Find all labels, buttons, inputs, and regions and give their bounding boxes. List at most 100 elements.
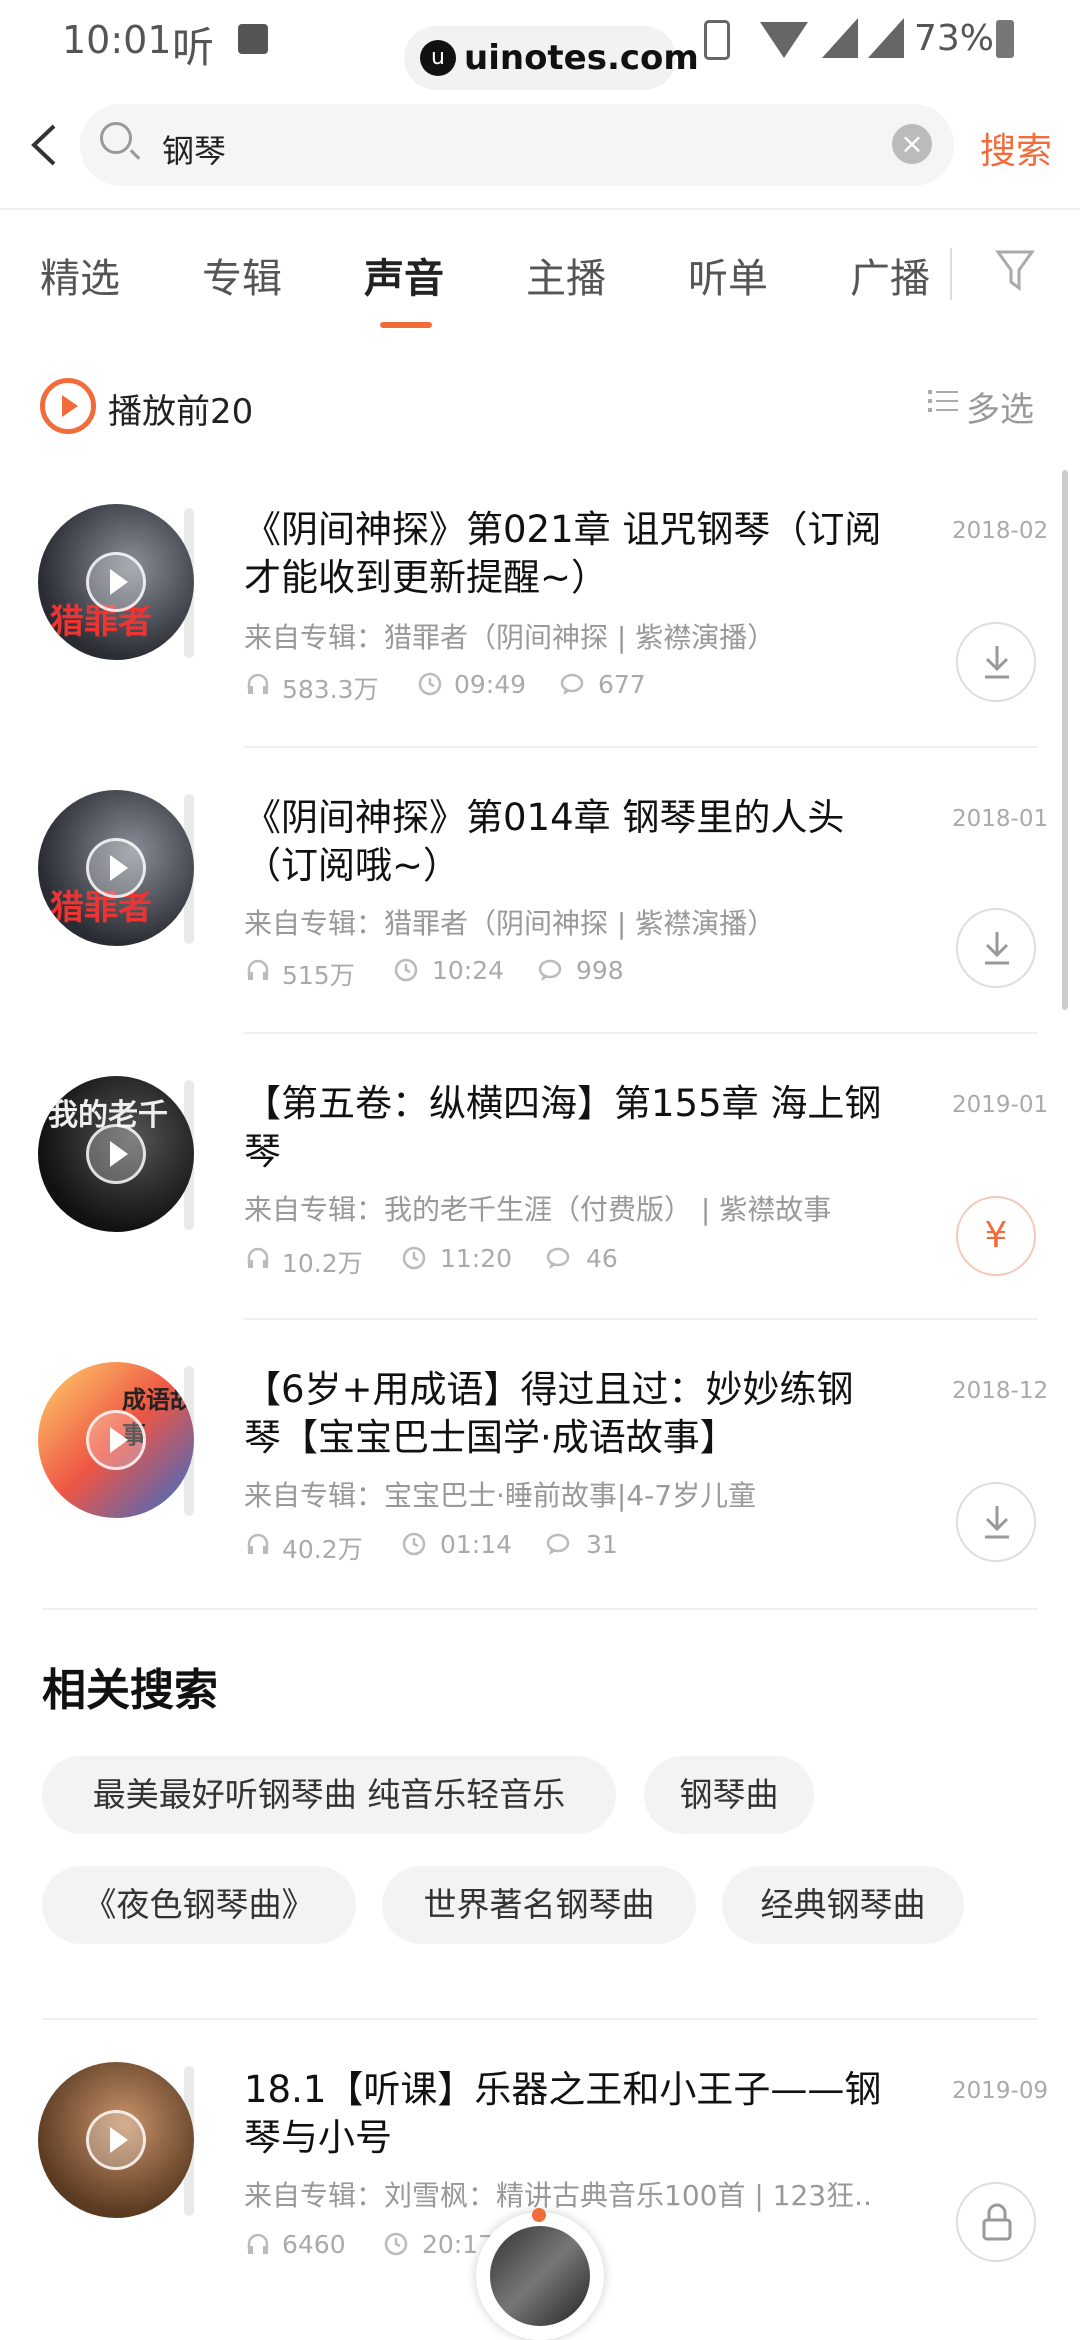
related-chip[interactable]: 世界著名钢琴曲 <box>382 1866 696 1944</box>
status-bar: 10:01 听 u uinotes.com 73% <box>0 0 1080 90</box>
track-cover[interactable]: 我的老千 <box>38 1076 194 1232</box>
track-cover[interactable]: 猎罪者 <box>38 790 194 946</box>
tab-hosts[interactable]: 主播 <box>526 246 606 304</box>
headphones-icon <box>247 673 269 694</box>
clock-icon <box>394 958 418 982</box>
track-date: 2018-12 <box>952 1378 1049 1404</box>
play-count: 515万 <box>282 961 355 990</box>
comment-count: 31 <box>586 1530 618 1559</box>
clock-icon <box>384 2232 408 2256</box>
comment-icon <box>538 959 562 981</box>
track-cover[interactable] <box>38 2062 194 2218</box>
play-count: 40.2万 <box>282 1535 363 1564</box>
filter-icon[interactable] <box>995 248 1035 292</box>
divider <box>0 208 1080 210</box>
duration: 11:20 <box>440 1244 513 1273</box>
scrollbar[interactable] <box>1062 470 1068 1010</box>
track-date: 2019-01 <box>952 1092 1049 1118</box>
image-notification-icon <box>238 24 268 54</box>
related-searches-title: 相关搜索 <box>42 1665 218 1716</box>
download-icon <box>985 1506 1009 1539</box>
track-cover[interactable]: 猎罪者 <box>38 504 194 660</box>
comment-icon <box>546 1247 570 1269</box>
track-cover[interactable]: 成语故事 <box>38 1362 194 1518</box>
tab-sounds[interactable]: 声音 <box>364 246 444 304</box>
related-chip[interactable]: 钢琴曲 <box>644 1756 814 1834</box>
track-title[interactable]: 18.1【听课】乐器之王和小王子——钢琴与小号 <box>244 2066 884 2162</box>
tab-albums[interactable]: 专辑 <box>202 246 282 304</box>
track-title[interactable]: 《阴间神探》第014章 钢琴里的人头（订阅哦~） <box>244 794 884 890</box>
play-icon[interactable] <box>86 1410 146 1470</box>
clear-icon[interactable]: × <box>892 124 932 164</box>
headphones-icon <box>247 1533 269 1554</box>
divider <box>244 746 1038 748</box>
headphones-icon <box>247 1247 269 1268</box>
search-icon <box>100 122 132 154</box>
clock-icon <box>402 1532 426 1556</box>
search-input[interactable]: 钢琴 × <box>80 104 954 186</box>
signal-icon <box>868 18 904 58</box>
track-title[interactable]: 【第五卷：纵横四海】第155章 海上钢琴 <box>244 1080 884 1176</box>
clock-icon <box>418 672 442 696</box>
now-playing-indicator <box>532 2208 546 2222</box>
play-icon[interactable] <box>86 1124 146 1184</box>
wifi-icon <box>760 22 808 58</box>
download-button[interactable] <box>956 908 1036 988</box>
track-album: 来自专辑：猎罪者（阴间神探 | 紫襟演播） <box>244 907 776 940</box>
related-chip[interactable]: 经典钢琴曲 <box>722 1866 964 1944</box>
download-button[interactable] <box>956 1482 1036 1562</box>
play-icon[interactable] <box>86 552 146 612</box>
active-tab-indicator <box>380 322 432 328</box>
track-date: 2018-01 <box>952 806 1049 832</box>
download-icon <box>985 932 1009 965</box>
play-count: 6460 <box>282 2230 346 2259</box>
search-query[interactable]: 钢琴 <box>162 126 226 172</box>
tab-playlists[interactable]: 听单 <box>688 246 768 304</box>
tab-featured[interactable]: 精选 <box>40 246 120 304</box>
track-date: 2019-09 <box>952 2078 1049 2104</box>
divider <box>950 248 952 300</box>
buy-button[interactable]: ¥ <box>956 1196 1036 1276</box>
play-count: 10.2万 <box>282 1249 363 1278</box>
vibrate-icon <box>704 20 730 60</box>
duration: 09:49 <box>454 670 527 699</box>
back-arrow-icon[interactable] <box>24 122 64 168</box>
track-title[interactable]: 【6岁+用成语】得过且过：妙妙练钢琴【宝宝巴士国学·成语故事】 <box>244 1366 884 1462</box>
download-button[interactable] <box>956 622 1036 702</box>
list-icon[interactable] <box>928 388 958 414</box>
locked-button[interactable] <box>956 2182 1036 2262</box>
search-button[interactable]: 搜索 <box>980 122 1052 174</box>
headphones-icon <box>247 959 269 980</box>
lock-icon <box>982 2203 1012 2241</box>
comment-icon <box>546 1533 570 1555</box>
divider <box>42 2018 1038 2020</box>
divider <box>42 1608 1038 1610</box>
download-icon <box>985 646 1009 679</box>
duration: 01:14 <box>440 1530 513 1559</box>
app-notification-icon: 听 <box>172 23 215 72</box>
related-chip[interactable]: 最美最好听钢琴曲 纯音乐轻音乐 <box>42 1756 616 1834</box>
track-title[interactable]: 《阴间神探》第021章 诅咒钢琴（订阅才能收到更新提醒~） <box>244 506 884 602</box>
watermark-pill: u uinotes.com <box>404 26 699 90</box>
now-playing-cover <box>490 2226 590 2326</box>
play-count: 583.3万 <box>282 675 379 704</box>
now-playing-button[interactable] <box>476 2208 604 2340</box>
divider <box>244 1032 1038 1034</box>
play-all-label[interactable]: 播放前20 <box>108 384 253 433</box>
track-album: 来自专辑：宝宝巴士·睡前故事|4-7岁儿童 <box>244 1479 757 1512</box>
clock-icon <box>402 1246 426 1270</box>
play-icon[interactable] <box>86 838 146 898</box>
watermark-logo-icon: u <box>420 40 456 76</box>
play-all-icon[interactable] <box>40 378 96 434</box>
comment-icon <box>560 673 584 695</box>
comment-count: 46 <box>586 1244 618 1273</box>
comment-count: 677 <box>598 670 646 699</box>
headphones-icon <box>247 2233 269 2254</box>
status-time: 10:01 <box>62 18 172 62</box>
multi-select-button[interactable]: 多选 <box>966 382 1034 431</box>
play-icon[interactable] <box>86 2110 146 2170</box>
tab-radio[interactable]: 广播 <box>850 246 930 304</box>
track-album: 来自专辑：猎罪者（阴间神探 | 紫襟演播） <box>244 621 776 654</box>
signal-icon <box>822 18 858 58</box>
related-chip[interactable]: 《夜色钢琴曲》 <box>42 1866 356 1944</box>
